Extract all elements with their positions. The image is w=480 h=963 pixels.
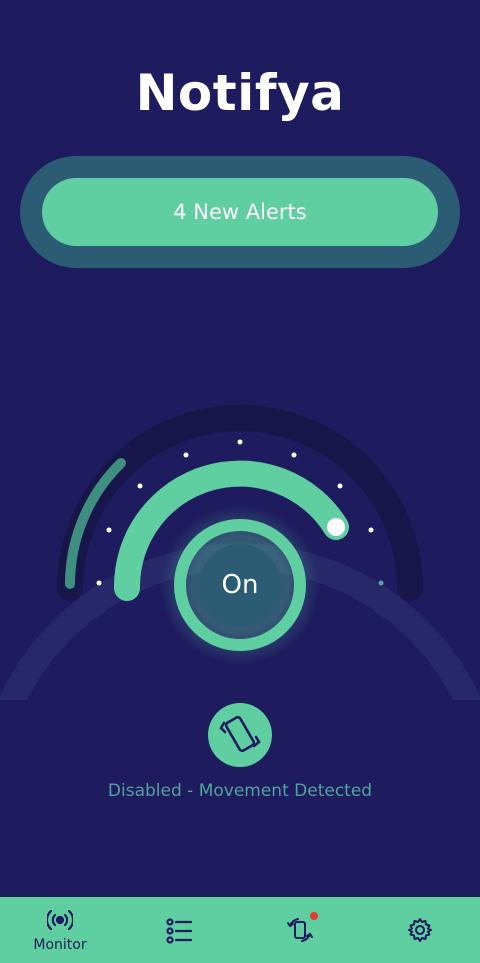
nav-label-monitor: Monitor	[33, 937, 87, 953]
nav-item-monitor[interactable]: Monitor	[0, 897, 120, 963]
nav-item-device-sync[interactable]	[252, 897, 348, 963]
monitor-state-label[interactable]: On	[200, 564, 280, 606]
nav-item-list[interactable]	[132, 897, 228, 963]
notification-badge	[310, 912, 318, 920]
phone-sync-icon	[286, 916, 314, 948]
new-alerts-button[interactable]: 4 New Alerts	[42, 178, 438, 246]
gear-icon	[407, 917, 433, 947]
sensitivity-gauge[interactable]	[0, 300, 480, 700]
gauge-knob	[327, 518, 345, 536]
nav-item-settings[interactable]	[372, 897, 468, 963]
status-message: Disabled - Movement Detected	[107, 781, 373, 801]
list-icon	[166, 917, 194, 949]
vibration-phone-icon	[208, 703, 272, 767]
bottom-navigation: Monitor	[0, 897, 480, 963]
app-title: Notifya	[135, 64, 345, 122]
broadcast-icon	[45, 907, 75, 937]
